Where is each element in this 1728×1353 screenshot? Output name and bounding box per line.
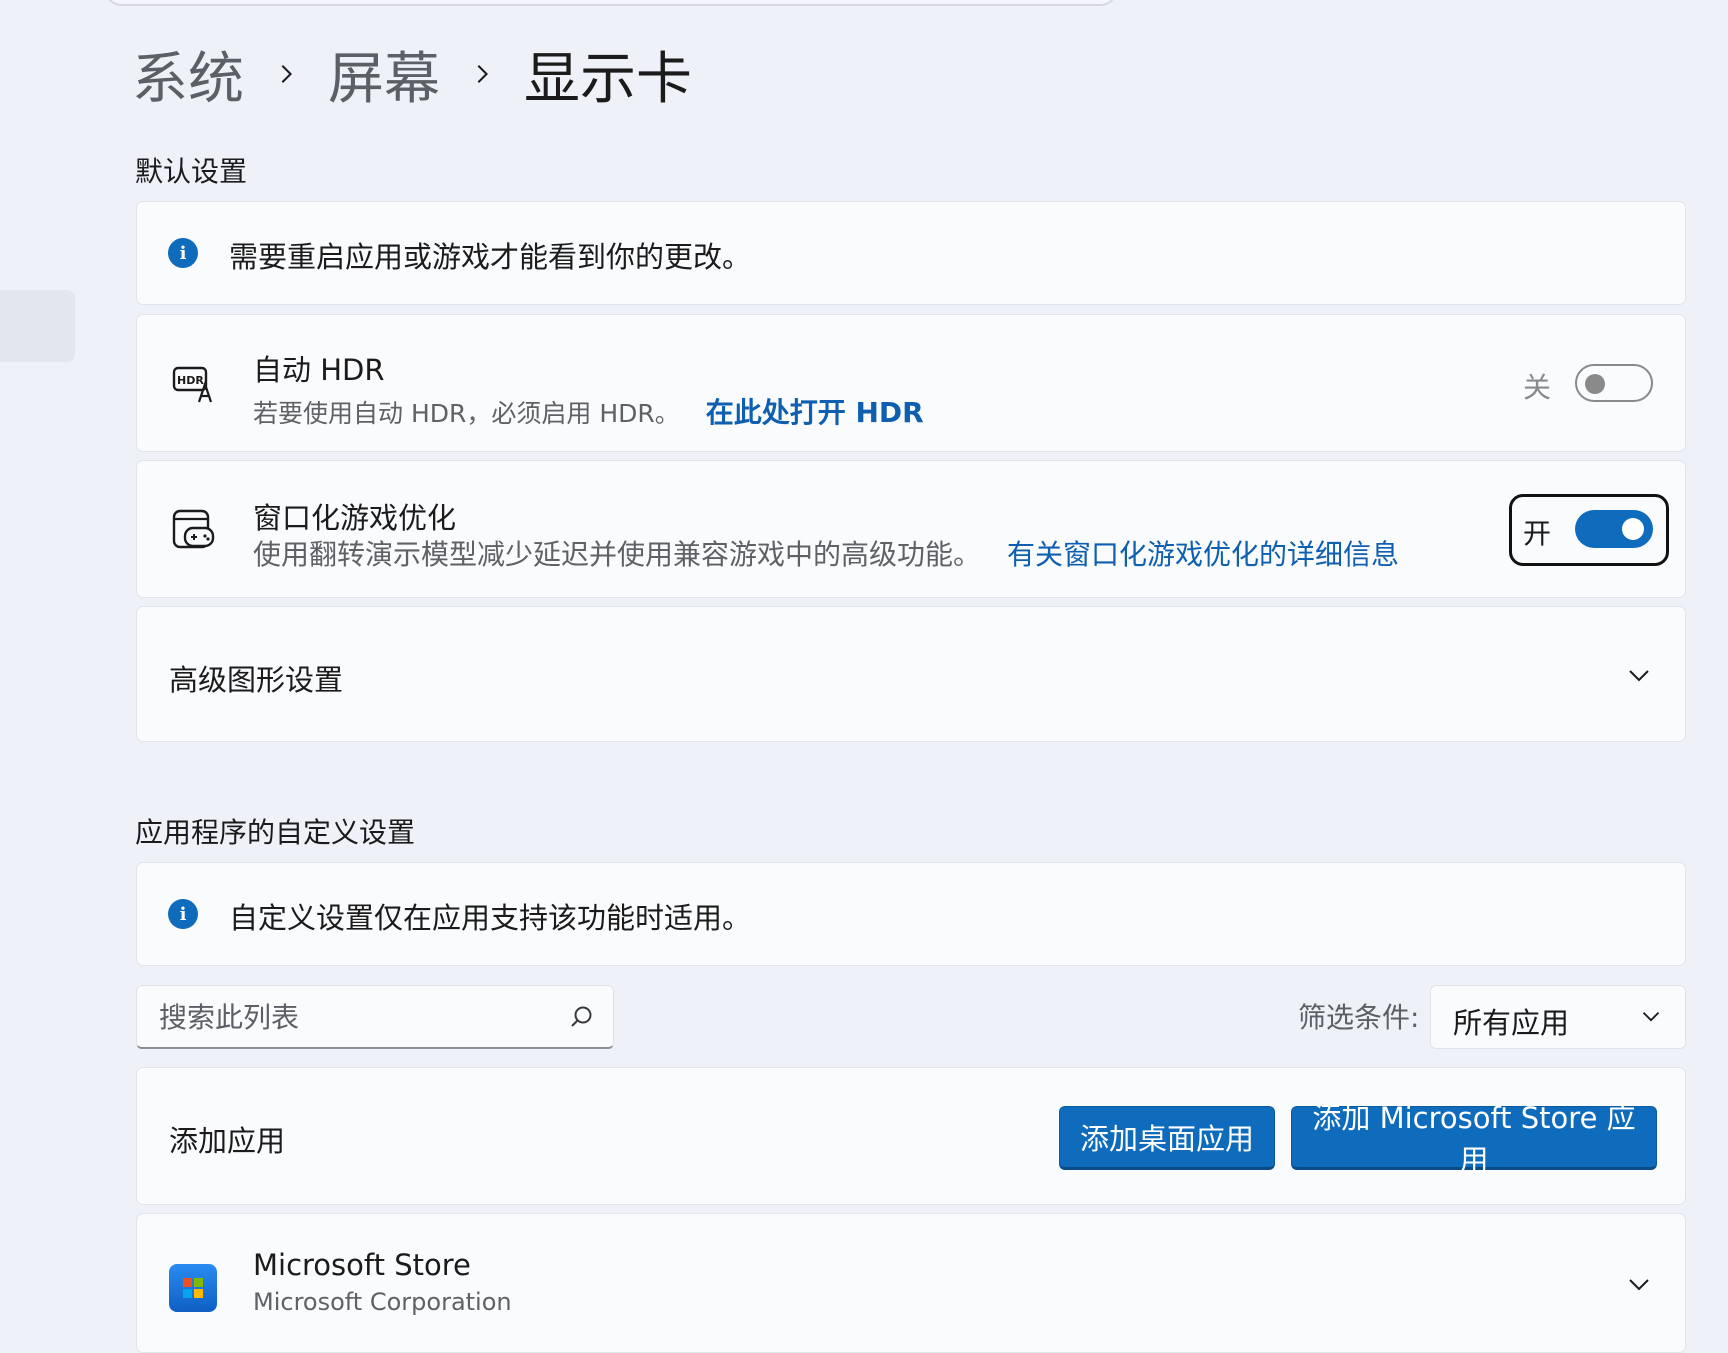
filter-dropdown[interactable]: 所有应用 <box>1430 985 1686 1049</box>
add-store-app-button[interactable]: 添加 Microsoft Store 应用 <box>1291 1101 1657 1177</box>
info-text: 自定义设置仅在应用支持该功能时适用。 <box>229 901 752 935</box>
windowed-games-row: 窗口化游戏优化 使用翻转演示模型减少延迟并使用兼容游戏中的高级功能。 有关窗口化游… <box>136 460 1686 598</box>
section-title-custom: 应用程序的自定义设置 <box>135 816 416 849</box>
auto-hdr-row: HDR 自动 HDR 若要使用自动 HDR，必须启用 HDR。 在此处打开 HDR… <box>136 314 1686 452</box>
windowed-games-description: 使用翻转演示模型减少延迟并使用兼容游戏中的高级功能。 有关窗口化游戏优化的详细信息 <box>253 533 1399 573</box>
info-icon: i <box>168 238 198 268</box>
chevron-down-icon <box>1642 1012 1660 1022</box>
windowed-games-info-link[interactable]: 有关窗口化游戏优化的详细信息 <box>1007 538 1399 571</box>
toggle-knob <box>1585 374 1605 394</box>
search-icon[interactable] <box>569 1004 595 1030</box>
nav-selected-item[interactable] <box>0 290 75 362</box>
windowed-games-title: 窗口化游戏优化 <box>253 501 457 535</box>
chevron-right-icon <box>440 63 524 85</box>
svg-text:HDR: HDR <box>177 374 204 387</box>
app-publisher: Microsoft Corporation <box>253 1288 512 1316</box>
info-card-restart: i 需要重启应用或游戏才能看到你的更改。 <box>136 201 1686 305</box>
info-text: 需要重启应用或游戏才能看到你的更改。 <box>229 240 752 274</box>
chevron-down-icon[interactable] <box>1627 663 1651 687</box>
breadcrumb-display[interactable]: 屏幕 <box>328 34 440 115</box>
page-title: 显示卡 <box>524 46 692 112</box>
breadcrumb: 系统 屏幕 显示卡 <box>132 34 692 114</box>
windowed-games-description-text: 使用翻转演示模型减少延迟并使用兼容游戏中的高级功能。 <box>253 538 982 571</box>
filter-selected-value: 所有应用 <box>1453 1006 1570 1040</box>
chevron-down-icon[interactable] <box>1627 1272 1651 1296</box>
breadcrumb-system[interactable]: 系统 <box>132 34 244 115</box>
add-desktop-app-button[interactable]: 添加桌面应用 <box>1059 1106 1275 1170</box>
advanced-graphics-title: 高级图形设置 <box>169 663 344 697</box>
auto-hdr-description-text: 若要使用自动 HDR，必须启用 HDR。 <box>253 399 680 428</box>
add-apps-row: 添加应用 添加桌面应用 添加 Microsoft Store 应用 <box>136 1067 1686 1205</box>
top-search-box-edge[interactable] <box>104 0 1118 6</box>
auto-hdr-description: 若要使用自动 HDR，必须启用 HDR。 在此处打开 HDR <box>253 391 924 431</box>
auto-hdr-toggle-label: 关 <box>1523 371 1552 404</box>
game-window-icon <box>172 509 215 549</box>
info-icon: i <box>168 899 198 929</box>
auto-hdr-title: 自动 HDR <box>253 353 385 387</box>
chevron-right-icon <box>244 63 328 85</box>
windowed-games-toggle[interactable] <box>1575 510 1653 548</box>
windowed-games-toggle-label: 开 <box>1523 517 1552 550</box>
search-input[interactable] <box>157 986 541 1048</box>
app-name: Microsoft Store <box>253 1248 471 1282</box>
info-card-custom: i 自定义设置仅在应用支持该功能时适用。 <box>136 862 1686 966</box>
add-apps-title: 添加应用 <box>169 1124 286 1158</box>
advanced-graphics-row[interactable]: 高级图形设置 <box>136 606 1686 742</box>
filter-label: 筛选条件: <box>1298 1001 1420 1034</box>
hdr-icon: HDR <box>172 366 213 403</box>
open-hdr-link[interactable]: 在此处打开 HDR <box>706 396 924 429</box>
auto-hdr-toggle[interactable] <box>1575 364 1653 402</box>
app-list-item[interactable]: Microsoft Store Microsoft Corporation <box>136 1213 1686 1353</box>
search-box[interactable] <box>136 985 614 1049</box>
section-title-default: 默认设置 <box>135 155 248 188</box>
microsoft-store-icon <box>169 1264 217 1312</box>
toggle-knob <box>1622 518 1644 540</box>
